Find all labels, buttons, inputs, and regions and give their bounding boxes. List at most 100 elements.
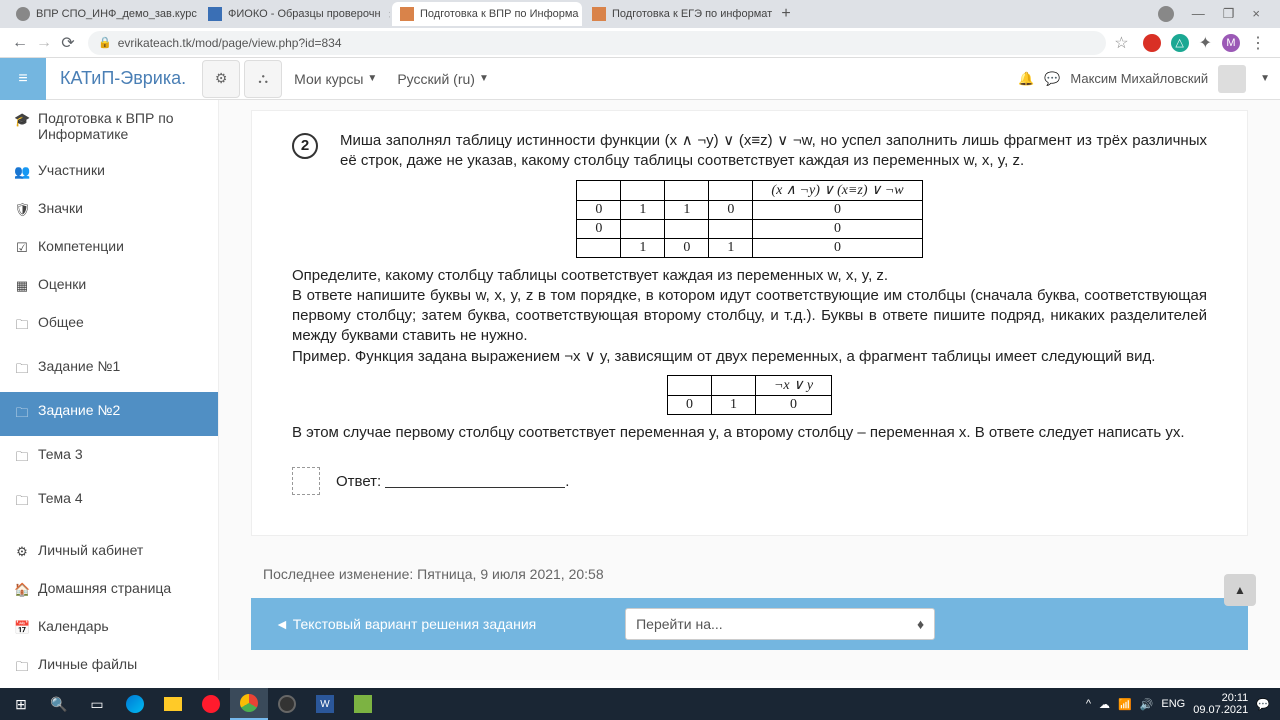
calendar-icon: 📅 [14,620,30,636]
onedrive-icon[interactable]: ☁ [1099,698,1110,711]
shield-icon: 🛡 [14,202,30,218]
explorer-icon[interactable] [154,688,192,720]
bell-icon[interactable]: 🔔 [1018,71,1034,87]
prev-activity-link[interactable]: ◄ Текстовый вариант решения задания [275,616,536,632]
clock[interactable]: 20:1109.07.2021 [1193,692,1248,716]
browser-toolbar: ← → ⟳ 🔒 evrikateach.tk/mod/page/view.php… [0,28,1280,58]
sidebar-item-home[interactable]: 🏠Домашняя страница [0,570,218,608]
address-bar[interactable]: 🔒 evrikateach.tk/mod/page/view.php?id=83… [88,31,1106,55]
back-button[interactable]: ← [8,34,32,52]
users-icon: 👥 [14,164,30,180]
gauge-icon: ⚙ [14,544,30,560]
forward-button[interactable]: → [32,34,56,52]
sidebar-item-competencies[interactable]: ☑Компетенции [0,228,218,266]
windows-taskbar: ⊞ 🔍 ▭ W ^ ☁ 📶 🔊 ENG 20:1109.07.2021 💬 [0,688,1280,720]
sidebar-item-task2[interactable]: 🗀Задание №2 [0,392,218,436]
sidebar-item-badges[interactable]: 🛡Значки [0,190,218,228]
problem-instruction: В ответе напишите буквы w, x, y, z в том… [292,286,1207,347]
check-icon: ☑ [14,240,30,256]
grid-icon: ▦ [14,278,30,294]
activity-nav: ◄ Текстовый вариант решения задания Пере… [251,598,1248,650]
problem-statement: Миша заполнял таблицу истинности функции… [340,131,1207,172]
reload-button[interactable]: ⟳ [56,33,80,53]
user-menu-caret[interactable]: ▼ [1260,73,1270,84]
chat-icon[interactable]: 💬 [1044,71,1060,87]
avatar[interactable] [1218,65,1246,93]
volume-icon[interactable]: 🔊 [1140,698,1154,711]
problem-example-intro: Пример. Функция задана выражением ¬x ∨ y… [292,347,1207,367]
chrome-icon[interactable] [230,688,268,720]
language-menu[interactable]: Русский (ru)▼ [387,71,499,87]
menu-icon[interactable]: ⋮ [1250,33,1266,53]
extension-icon[interactable]: △ [1171,34,1189,52]
truth-table-main: (x ∧ ¬y) ∨ (x≡z) ∨ ¬w 01100 00 1010 [576,180,922,258]
folder-icon: 🗀 [14,448,30,470]
problem-number: 2 [292,133,318,159]
folder-icon: 🗀 [14,658,30,680]
sidebar: 🎓Подготовка к ВПР по Информатике 👥Участн… [0,100,219,680]
notifications-icon[interactable]: 💬 [1256,698,1270,711]
home-icon: 🏠 [14,582,30,598]
maximize-icon[interactable]: ❐ [1223,6,1235,22]
sitemap-icon[interactable]: ⛬ [244,60,282,98]
sidebar-item-task1[interactable]: 🗀Задание №1 [0,348,218,392]
sidebar-item-topic3[interactable]: 🗀Тема 3 [0,436,218,480]
browser-tab[interactable]: Подготовка к ЕГЭ по информат× [584,2,774,26]
app-header: ≡ КАТиП-Эврика. ⚙ ⛬ Мои курсы▼ Русский (… [0,58,1280,100]
extension-icon[interactable] [1143,34,1161,52]
browser-tab-active[interactable]: Подготовка к ВПР по Информа× [392,2,582,26]
folder-icon: 🗀 [14,404,30,426]
user-name[interactable]: Максим Михайловский [1070,71,1208,86]
minimize-icon[interactable]: — [1192,6,1205,22]
account-icon[interactable] [1158,6,1174,22]
extensions-icon[interactable]: ✦ [1199,33,1212,53]
search-button[interactable]: 🔍 [40,688,78,720]
my-courses-menu[interactable]: Мои курсы▼ [284,71,387,87]
tray-chevron[interactable]: ^ [1086,698,1091,710]
last-modified: Последнее изменение: Пятница, 9 июля 202… [263,566,1248,582]
sidebar-item-files[interactable]: 🗀Личные файлы [0,646,218,680]
folder-icon: 🗀 [14,492,30,514]
sidebar-item-general[interactable]: 🗀Общее [0,304,218,348]
wifi-icon[interactable]: 📶 [1118,698,1132,711]
edge-icon[interactable] [116,688,154,720]
opera-icon[interactable] [192,688,230,720]
truth-table-example: ¬x ∨ y 010 [667,375,832,415]
problem-card: 2 Миша заполнял таблицу истинности функц… [251,110,1248,536]
lock-icon: 🔒 [98,36,112,49]
jump-to-select[interactable]: Перейти на...♦ [625,608,935,640]
star-icon[interactable]: ☆ [1114,33,1128,53]
new-tab-button[interactable]: + [776,5,796,23]
problem-example-answer: В этом случае первому столбцу соответств… [292,423,1207,443]
language-indicator[interactable]: ENG [1161,698,1185,710]
sidebar-item-grades[interactable]: ▦Оценки [0,266,218,304]
sidebar-item-topic4[interactable]: 🗀Тема 4 [0,480,218,524]
close-icon[interactable]: × [389,7,390,22]
folder-icon: 🗀 [14,316,30,338]
browser-tab[interactable]: ФИОКО - Образцы проверочн× [200,2,390,26]
sidebar-item-calendar[interactable]: 📅Календарь [0,608,218,646]
app-icon[interactable] [344,688,382,720]
folder-icon: 🗀 [14,360,30,382]
browser-tab-strip: ВПР СПО_ИНФ_демо_зав.курс× ФИОКО - Образ… [0,0,1280,28]
task-view-button[interactable]: ▭ [78,688,116,720]
gear-icon[interactable]: ⚙ [202,60,240,98]
main-content: 2 Миша заполнял таблицу истинности функц… [219,100,1280,680]
scroll-top-button[interactable]: ▲ [1224,574,1256,606]
problem-question: Определите, какому столбцу таблицы соотв… [292,266,1207,286]
sidebar-item-dashboard[interactable]: ⚙Личный кабинет [0,532,218,570]
sidebar-item-course[interactable]: 🎓Подготовка к ВПР по Информатике [0,100,218,152]
answer-label: Ответ: [336,473,381,490]
start-button[interactable]: ⊞ [2,688,40,720]
graduation-icon: 🎓 [14,112,30,128]
sidebar-item-participants[interactable]: 👥Участники [0,152,218,190]
profile-icon[interactable]: M [1222,34,1240,52]
obs-icon[interactable] [268,688,306,720]
hamburger-menu[interactable]: ≡ [0,58,46,100]
close-window-icon[interactable]: × [1252,6,1260,22]
answer-blank [385,474,565,488]
word-icon[interactable]: W [306,688,344,720]
site-title[interactable]: КАТиП-Эврика. [46,68,200,89]
answer-checkbox[interactable] [292,467,320,495]
browser-tab[interactable]: ВПР СПО_ИНФ_демо_зав.курс× [8,2,198,26]
